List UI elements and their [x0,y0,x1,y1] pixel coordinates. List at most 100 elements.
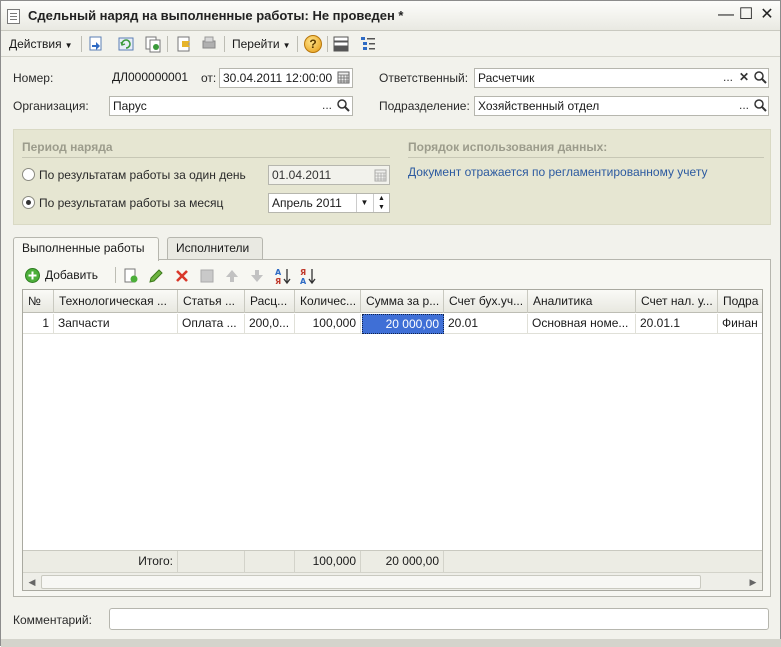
organization-label: Организация: [13,99,89,113]
create-based-on-icon[interactable] [175,35,193,53]
structure-icon[interactable] [332,35,350,53]
period-month-label[interactable]: По результатам работы за месяц [39,196,223,210]
table-header: № Технологическая ... Статья ... Расц...… [23,290,762,313]
responsible-clear-button[interactable]: ✕ [736,68,752,88]
period-day-field: 01.04.2011 [268,165,390,185]
move-up-icon [226,270,238,282]
cell-department[interactable]: Финан [718,314,762,334]
works-panel: Добавить A Я Я A № Технологическая ... С… [13,259,771,597]
help-button[interactable]: ? [304,35,322,53]
period-group-title: Период наряда [22,140,113,154]
organization-field[interactable]: Парус [109,96,353,116]
close-button[interactable]: ✕ [758,6,776,24]
period-day-label[interactable]: По результатам работы за один день [39,168,246,182]
column-header-department[interactable]: Подра [718,290,762,313]
scrollbar-thumb[interactable] [41,575,701,589]
add-label: Добавить [45,268,99,282]
period-day-radio[interactable] [22,168,35,181]
post-icon[interactable] [117,35,135,53]
add-icon [25,268,40,283]
cell-rate[interactable]: 200,0... [245,314,295,334]
date-field[interactable]: 30.04.2011 12:00:00 [219,68,353,88]
svg-text:Я: Я [275,277,281,285]
maximize-button[interactable]: ☐ [737,6,755,24]
toolbar-separator [327,36,328,52]
responsible-label: Ответственный: [379,71,469,85]
goto-label: Перейти [232,37,280,51]
post-and-close-icon[interactable] [87,35,105,53]
scroll-right-icon[interactable]: ▶ [745,575,761,589]
cell-number[interactable]: 1 [23,314,54,334]
department-select-button[interactable]: ... [736,96,752,116]
column-header-quantity[interactable]: Количес... [295,290,361,313]
goto-menu-button[interactable]: Перейти ▼ [232,34,290,54]
copy-document-icon[interactable] [144,35,162,53]
toolbar-separator [115,267,116,283]
chevron-down-icon[interactable]: ▼ [374,203,389,212]
cell-article[interactable]: Оплата ... [178,314,245,334]
column-header-account-nu[interactable]: Счет нал. у... [636,290,718,313]
footer-empty [245,551,295,573]
cell-account-nu[interactable]: 20.01.1 [636,314,718,334]
number-field[interactable]: ДЛ000000001 [109,68,197,88]
tab-performers[interactable]: Исполнители [167,237,263,260]
document-window: Сдельный наряд на выполненные работы: Не… [0,0,781,647]
cell-analytics[interactable]: Основная номе... [528,314,636,334]
column-header-number[interactable]: № [23,290,54,313]
cell-account-bu[interactable]: 20.01 [444,314,528,334]
department-field[interactable]: Хозяйственный отдел [474,96,769,116]
column-header-article[interactable]: Статья ... [178,290,245,313]
cell-quantity[interactable]: 100,000 [295,314,361,334]
organization-select-button[interactable]: ... [319,96,335,116]
toolbar-separator [81,36,82,52]
calendar-icon[interactable] [337,71,350,84]
department-label: Подразделение: [379,99,470,113]
period-group: Период наряда По результатам работы за о… [13,129,771,225]
sort-descending-icon[interactable]: Я A [299,267,317,285]
usage-link[interactable]: Документ отражается по регламентированно… [408,165,707,179]
date-value: 30.04.2011 12:00:00 [223,71,333,85]
month-dropdown-button[interactable]: ▼ [356,194,372,212]
footer-total-label: Итого: [23,551,178,573]
calendar-icon [374,169,387,182]
actions-label: Действия [9,37,62,51]
scroll-left-icon[interactable]: ◀ [24,575,40,589]
period-month-radio[interactable] [22,196,35,209]
search-icon[interactable] [336,98,350,112]
usage-title: Порядок использования данных: [408,140,608,154]
cell-sum[interactable]: 20 000,00 [362,314,444,334]
search-icon[interactable] [753,70,767,84]
responsible-select-button[interactable]: ... [720,68,736,88]
chevron-up-icon[interactable]: ▲ [374,194,389,203]
toolbar-separator [224,36,225,52]
list-settings-icon[interactable] [359,35,377,53]
column-header-sum[interactable]: Сумма за р... [361,290,444,313]
from-label: от: [201,71,217,85]
copy-row-icon[interactable] [122,267,140,285]
number-label: Номер: [13,71,54,85]
cell-tech-operation[interactable]: Запчасти [54,314,178,334]
svg-text:A: A [300,277,307,285]
footer-total-quantity: 100,000 [295,551,361,573]
month-spin-button[interactable]: ▲ ▼ [373,194,389,212]
sort-ascending-icon[interactable]: A Я [274,267,292,285]
table-row[interactable]: 1 Запчасти Оплата ... 200,0... 100,000 2… [23,314,762,334]
print-icon[interactable] [200,35,218,53]
period-month-value: Апрель 2011 [272,196,342,210]
column-header-tech-operation[interactable]: Технологическая ... [54,290,178,313]
tab-works[interactable]: Выполненные работы [13,237,159,261]
window-title: Сдельный наряд на выполненные работы: Не… [28,8,404,23]
minimize-button[interactable]: — [717,6,735,24]
column-header-rate[interactable]: Расц... [245,290,295,313]
search-icon[interactable] [753,98,767,112]
edit-icon[interactable] [147,267,165,285]
actions-menu-button[interactable]: Действия ▼ [9,34,73,54]
works-table[interactable]: № Технологическая ... Статья ... Расц...… [22,289,763,591]
delete-icon[interactable] [173,267,191,285]
comment-input[interactable] [109,608,769,630]
column-header-account-bu[interactable]: Счет бух.уч... [444,290,528,313]
column-header-analytics[interactable]: Аналитика [528,290,636,313]
horizontal-scrollbar[interactable]: ◀ ▶ [23,572,762,590]
footer-total-sum: 20 000,00 [361,551,444,573]
main-toolbar: Действия ▼ Перейти ▼ ? [1,31,780,57]
